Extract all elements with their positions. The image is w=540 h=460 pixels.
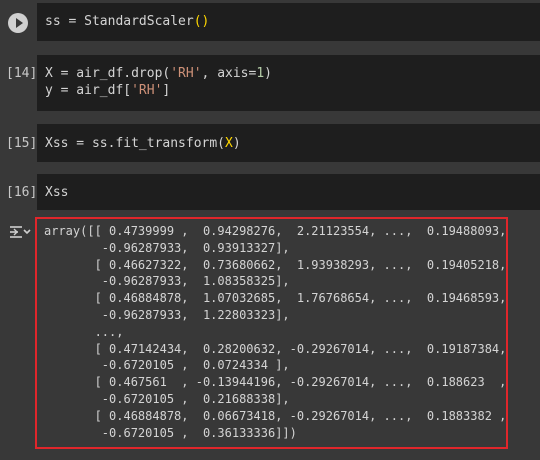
code-cell-1[interactable]: ss = StandardScaler(): [0, 3, 540, 41]
output-line: [ 0.467561 , -0.13944196, -0.29267014, .…: [94, 375, 507, 390]
code-text: X = air_df.drop(: [45, 66, 171, 81]
run-cell-button[interactable]: [8, 13, 28, 33]
code-cell-16[interactable]: [16] Xss: [0, 174, 540, 210]
output-line: [ 0.47142434, 0.28200632, -0.29267014, .…: [94, 341, 507, 356]
code-text: Xss: [45, 185, 69, 200]
code-cell-14[interactable]: [14] X = air_df.drop('RH', axis=1) y = a…: [0, 55, 540, 111]
output-text: array([[ 0.4739999 , 0.94298276, 2.21123…: [44, 223, 506, 441]
cell-output: array([[ 0.4739999 , 0.94298276, 2.21123…: [35, 217, 508, 449]
output-line: -0.6720105 , 0.36133336]]): [44, 425, 297, 440]
output-line: [ 0.46627322, 0.73680662, 1.93938293, ..…: [94, 257, 507, 272]
output-line: -0.96287933, 1.08358325],: [101, 274, 290, 289]
code-editor[interactable]: X = air_df.drop('RH', axis=1) y = air_df…: [37, 55, 540, 111]
code-editor[interactable]: Xss: [37, 174, 540, 210]
output-line: [ 0.46884878, 1.07032685, 1.76768654, ..…: [94, 291, 507, 306]
code-string: 'RH': [170, 66, 202, 81]
code-paren: (): [193, 14, 210, 29]
code-editor[interactable]: Xss = ss.fit_transform(X): [37, 124, 540, 162]
code-string: 'RH': [131, 83, 163, 98]
output-line: array([[ 0.4739999 , 0.94298276, 2.21123…: [44, 224, 507, 238]
output-toggle-icon[interactable]: [8, 222, 32, 242]
output-line: -0.6720105 , 0.21688338],: [101, 391, 290, 406]
output-line: -0.96287933, 1.22803323],: [101, 307, 290, 322]
code-text: ss = StandardScaler: [45, 14, 194, 29]
output-line: -0.96287933, 0.93913327],: [101, 240, 290, 255]
code-text: Xss = ss.fit_transform(: [45, 136, 226, 151]
execution-count: [14]: [6, 66, 38, 81]
execution-count: [16]: [6, 185, 38, 200]
output-line: -0.6720105 , 0.0724334 ],: [101, 358, 290, 373]
execution-count: [15]: [6, 136, 38, 151]
code-text: , axis=: [201, 66, 257, 81]
output-line: ...,: [94, 324, 124, 339]
code-arg: X: [225, 136, 233, 151]
code-text: ]: [162, 83, 171, 98]
code-text: y = air_df[: [45, 83, 132, 98]
code-text: ): [232, 136, 241, 151]
code-cell-15[interactable]: [15] Xss = ss.fit_transform(X): [0, 124, 540, 162]
code-number: 1: [256, 66, 265, 81]
output-line: [ 0.46884878, 0.06673418, -0.29267014, .…: [94, 408, 507, 423]
code-editor[interactable]: ss = StandardScaler(): [37, 3, 540, 41]
code-text: ): [264, 66, 272, 81]
